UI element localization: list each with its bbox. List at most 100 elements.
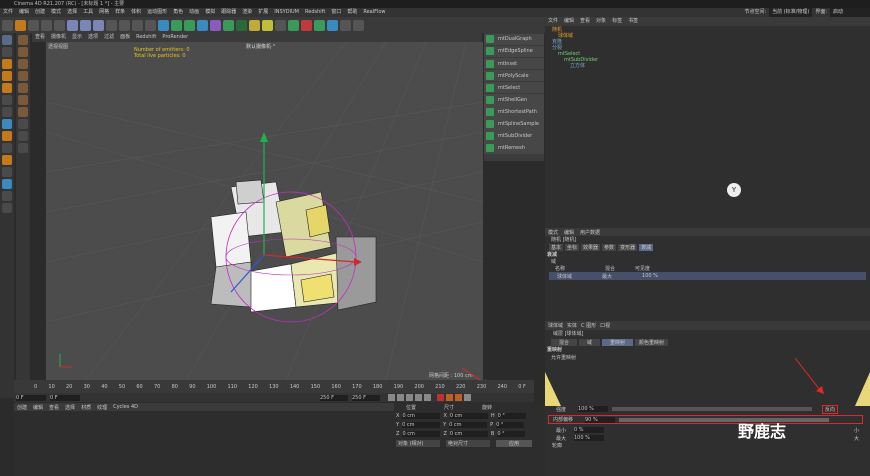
plugin-mtpolyscale[interactable]: mtPolyScale (484, 69, 544, 82)
axis-z-icon[interactable] (93, 19, 104, 31)
end-frame-field[interactable]: 250 F (320, 394, 348, 401)
inner-offset-slider[interactable] (619, 417, 829, 422)
tab-deformer[interactable]: 变形器 (618, 243, 638, 251)
tool-g-icon[interactable] (18, 107, 28, 117)
record-icon[interactable] (437, 394, 444, 401)
vp-menu-filter[interactable]: 过滤 (101, 33, 117, 42)
redshift-icon[interactable] (301, 19, 312, 31)
tool-e-icon[interactable] (18, 83, 28, 93)
cycles-icon[interactable] (340, 19, 351, 31)
tool-a-icon[interactable] (18, 35, 28, 45)
cloner-icon[interactable] (197, 19, 208, 31)
menu-tracker[interactable]: 跟踪器 (218, 8, 239, 17)
mat-menu-select[interactable]: 选择 (62, 404, 78, 411)
pos-z-field[interactable]: 0 cm (402, 430, 441, 437)
plugin-mtedgespline[interactable]: mtEdgeSpline (484, 45, 544, 58)
plugin-mtremesh[interactable]: mtRemesh (484, 142, 544, 154)
sub-tab-view[interactable]: 口视 (600, 322, 610, 329)
menu-mode[interactable]: 模式 (48, 8, 64, 17)
mat-menu-create[interactable]: 创建 (14, 404, 30, 411)
rotate-tool-icon[interactable] (41, 19, 52, 31)
min-field[interactable]: 0 % (574, 427, 604, 433)
menu-edit[interactable]: 编辑 (16, 8, 32, 17)
tab-falloff[interactable]: 衰减 (639, 243, 654, 251)
max-field[interactable]: 100 % (574, 435, 604, 441)
plugin-mtshortestpath[interactable]: mtShortestPath (484, 106, 544, 118)
scale-tool-icon[interactable] (28, 19, 39, 31)
scene-icon[interactable] (236, 19, 247, 31)
mat-menu-view[interactable]: 查看 (46, 404, 62, 411)
obj-menu-file[interactable]: 文件 (545, 17, 561, 26)
menu-select[interactable]: 选择 (64, 8, 80, 17)
menu-simulate[interactable]: 模拟 (202, 8, 218, 17)
apply-button[interactable]: 应用 (496, 440, 532, 447)
play-icon[interactable] (406, 394, 413, 401)
cube-icon[interactable] (158, 19, 169, 31)
plugin-mtdualgraph[interactable]: mtDualGraph (484, 33, 544, 46)
menu-mograph[interactable]: 运动图形 (144, 8, 170, 17)
tool-i-icon[interactable] (18, 131, 28, 141)
menu-window[interactable]: 窗口 (328, 8, 344, 17)
menu-character[interactable]: 角色 (170, 8, 186, 17)
size-z-field[interactable]: 0 cm (449, 430, 488, 437)
undo-icon[interactable] (2, 19, 13, 31)
tab-remap[interactable]: 重映射 (602, 338, 634, 346)
subdivision-icon[interactable] (184, 19, 195, 31)
points-mode-icon[interactable] (2, 59, 12, 69)
keyframe-icon[interactable] (455, 394, 462, 401)
plugin-mtselect[interactable]: mtSelect (484, 81, 544, 94)
spline-pen-icon[interactable] (171, 19, 182, 31)
obj-menu-objects[interactable]: 对象 (593, 17, 609, 26)
remap-enable-checkbox[interactable]: 允许重映射 (545, 354, 870, 361)
prorender-icon[interactable] (353, 19, 364, 31)
polygons-mode-icon[interactable] (2, 83, 12, 93)
menu-render[interactable]: 渲染 (239, 8, 255, 17)
mat-menu-material[interactable]: 材质 (78, 404, 94, 411)
tab-blend[interactable]: 混合 (551, 338, 578, 346)
workplane-icon[interactable] (2, 107, 12, 117)
sub-tab-solid[interactable]: 实体 (567, 322, 577, 329)
bottom-tool-icon[interactable] (2, 203, 12, 213)
sub-tab-shape[interactable]: C 图形 (581, 322, 596, 329)
rot-b-field[interactable]: 0 ° (497, 430, 526, 437)
menu-mesh[interactable]: 网格 (96, 8, 112, 17)
menu-tools[interactable]: 工具 (80, 8, 96, 17)
vp-menu-display[interactable]: 显示 (69, 33, 85, 42)
render-view-icon[interactable] (119, 19, 130, 31)
menu-redshift[interactable]: Redshift (302, 8, 328, 17)
model-mode-icon[interactable] (2, 35, 12, 45)
object-row-cube[interactable]: 立方体 (548, 63, 858, 69)
inner-offset-field[interactable]: 90 % (585, 416, 615, 423)
vp-menu-redshift[interactable]: Redshift (133, 33, 159, 42)
menu-file[interactable]: 文件 (0, 8, 16, 17)
field-icon[interactable] (223, 19, 234, 31)
prev-frame-icon[interactable] (397, 394, 404, 401)
plugin-mtinset[interactable]: mtInset (484, 57, 544, 70)
size-mode-select[interactable]: 绝对尺寸 (446, 440, 490, 447)
mat-menu-texture[interactable]: 纹理 (94, 404, 110, 411)
plugin-mtshellgen[interactable]: mtShellGen (484, 94, 544, 106)
obj-menu-view[interactable]: 查看 (577, 17, 593, 26)
goto-end-icon[interactable] (424, 394, 431, 401)
light-icon[interactable] (262, 19, 273, 31)
realflow-icon[interactable] (327, 19, 338, 31)
sub-tab-sphere[interactable]: 球体域 (548, 322, 563, 329)
menu-extensions[interactable]: 扩展 (255, 8, 271, 17)
domain-row-sphere[interactable]: 球体域 最大 100 % (549, 272, 866, 280)
tool-f-icon[interactable] (18, 95, 28, 105)
start-frame-field[interactable]: 0 F (50, 394, 80, 401)
obj-menu-edit[interactable]: 编辑 (561, 17, 577, 26)
tab-basic[interactable]: 基本 (549, 243, 564, 251)
end-frame-field-2[interactable]: 250 F (352, 394, 380, 401)
plugin-mtsubdivider[interactable]: mtSubDivider (484, 130, 544, 142)
render-picture-icon[interactable] (132, 19, 143, 31)
interface-select[interactable]: 启动 (830, 8, 870, 17)
rot-p-field[interactable]: 0 ° (496, 421, 525, 428)
solo-icon[interactable] (2, 131, 12, 141)
menu-animate[interactable]: 动画 (186, 8, 202, 17)
next-frame-icon[interactable] (415, 394, 422, 401)
settings-icon[interactable] (464, 394, 471, 401)
vp-menu-camera[interactable]: 摄像机 (48, 33, 69, 42)
mat-menu-cycles[interactable]: Cycles 4D (110, 404, 141, 410)
attr-menu-userdata[interactable]: 用户数据 (577, 229, 603, 236)
